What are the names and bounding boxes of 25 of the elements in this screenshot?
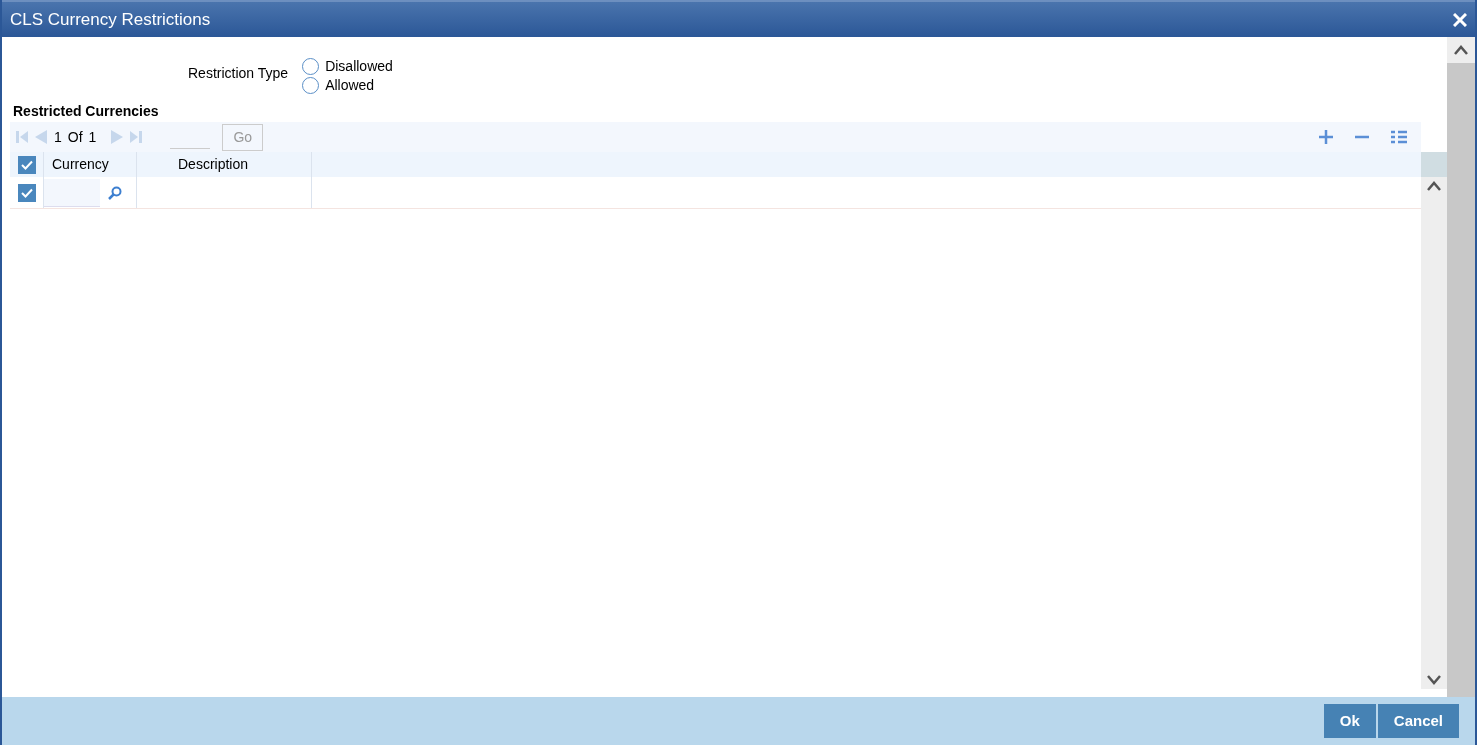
radio-label[interactable]: Allowed [325, 76, 375, 95]
page-number: 1 [54, 127, 62, 147]
column-header: Description [178, 155, 249, 174]
window-title: CLS Currency Restrictions [10, 8, 211, 31]
search-icon[interactable] [108, 185, 122, 200]
plus-icon [1319, 130, 1333, 144]
ok-button[interactable]: Ok [1323, 704, 1376, 738]
scrollbar[interactable] [1421, 177, 1447, 689]
scroll-up-icon[interactable] [1427, 181, 1441, 191]
scroll-down-icon[interactable] [1427, 675, 1441, 685]
cancel-button[interactable]: Cancel [1377, 704, 1459, 738]
section-title: Restricted Currencies [12, 102, 160, 121]
scroll-up-icon[interactable] [1454, 45, 1468, 55]
scrollbar[interactable] [1447, 37, 1475, 697]
currency-input-field[interactable] [44, 178, 100, 207]
header-corner [1421, 152, 1447, 177]
column-header: Currency [52, 155, 109, 174]
list-icon [1391, 130, 1407, 144]
page-of-label: Of [67, 127, 83, 147]
close-icon[interactable] [1453, 12, 1467, 27]
page-total: 1 [88, 127, 97, 147]
radio-label[interactable]: Disallowed [325, 57, 393, 76]
checkbox[interactable] [17, 155, 36, 174]
field-label: Restriction Type [188, 64, 289, 83]
checkbox[interactable] [17, 183, 36, 202]
